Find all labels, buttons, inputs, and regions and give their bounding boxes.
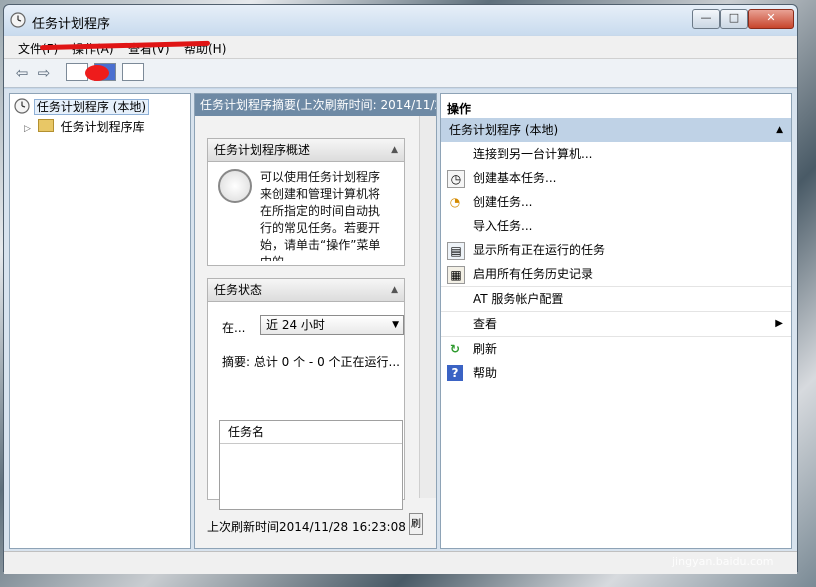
overview-section-header[interactable]: 任务计划程序概述 ▲ [208,139,404,162]
action-create-task[interactable]: ◔ 创建任务... [441,190,791,214]
clock-icon [218,169,252,203]
expand-arrow-icon[interactable]: ▷ [24,124,31,134]
title-bar[interactable]: 任务计划程序 — □ ✕ [4,5,797,35]
window-title: 任务计划程序 [32,17,111,32]
forward-arrow-icon[interactable]: ⇨ [34,64,54,82]
task-table: 任务名 [219,420,403,510]
clock-icon [10,12,26,28]
main-content: 任务计划程序 (本地) ▷ 任务计划程序库 任务计划程序摘要(上次刷新时间: 2… [4,89,797,574]
status-section-header[interactable]: 任务状态 ▲ [208,279,404,302]
status-range-label: 在... [222,321,246,335]
maximize-button[interactable]: □ [720,9,748,29]
action-at-service-config[interactable]: AT 服务帐户配置 [441,287,791,311]
navigation-tree: 任务计划程序 (本地) ▷ 任务计划程序库 [9,93,191,549]
action-enable-history[interactable]: ▦ 启用所有任务历史记录 [441,262,791,286]
toolbar: ⇦ ⇨ [4,59,797,88]
action-label: AT 服务帐户配置 [473,292,564,306]
create-task-icon: ◔ [449,195,461,209]
clock-icon [14,98,30,114]
task-scheduler-window: 任务计划程序 — □ ✕ 文件(F) 操作(A) 查看(V) 帮助(H) ⇦ ⇨… [3,4,798,574]
annotation-red-mark [85,65,109,81]
basic-task-icon: ◷ [447,170,465,188]
summary-header: 任务计划程序摘要(上次刷新时间: 2014/11/2 [195,94,436,116]
refresh-icon: ↻ [449,342,461,356]
folder-icon [37,119,54,132]
time-range-value: 近 24 小时 [266,318,325,332]
vertical-scrollbar[interactable] [419,116,436,498]
history-icon: ▦ [447,266,465,284]
action-refresh[interactable]: ↻ 刷新 [441,337,791,361]
action-label: 帮助 [473,366,498,380]
status-summary: 摘要: 总计 0 个 - 0 个正在运行... [222,355,400,369]
status-title: 任务状态 [214,283,263,297]
action-label: 导入任务... [473,219,533,233]
time-range-select[interactable]: 近 24 小时 ▼ [260,315,404,335]
action-connect-computer[interactable]: 连接到另一台计算机... [441,142,791,166]
action-label: 查看 [473,317,498,331]
action-pane-icon[interactable] [122,63,144,81]
minimize-button[interactable]: — [692,9,720,29]
action-label: 连接到另一台计算机... [473,147,593,161]
action-create-basic-task[interactable]: ◷ 创建基本任务... [441,166,791,190]
action-help[interactable]: ? 帮助 [441,361,791,385]
tree-item-local[interactable]: 任务计划程序 (本地) [14,98,150,116]
overview-title: 任务计划程序概述 [214,143,311,157]
overview-description: 可以使用任务计划程序来创建和管理计算机将在所指定的时间自动执行的常见任务。若要开… [260,170,381,261]
running-tasks-icon: ▤ [447,242,465,260]
watermark-url: jingyan.baidu.com [672,555,774,568]
overview-section: 任务计划程序概述 ▲ 可以使用任务计划程序来创建和管理计算机将在所指定的时间自动… [207,138,405,266]
action-import-task[interactable]: 导入任务... [441,214,791,238]
refresh-button[interactable]: 刷 [409,513,423,535]
action-view[interactable]: 查看 ▶ [441,312,791,336]
action-label: 创建任务... [473,195,533,209]
help-icon: ? [447,365,463,381]
action-show-running[interactable]: ▤ 显示所有正在运行的任务 [441,238,791,262]
tree-item-label: 任务计划程序库 [60,120,145,134]
action-label: 创建基本任务... [473,171,557,185]
actions-title: 操作 [447,102,472,116]
collapse-icon[interactable]: ▲ [391,279,398,301]
actions-group-label: 任务计划程序 (本地) [449,123,559,137]
back-arrow-icon[interactable]: ⇦ [12,64,32,82]
action-label: 启用所有任务历史记录 [473,267,594,281]
action-label: 显示所有正在运行的任务 [473,243,606,257]
last-refresh-time: 上次刷新时间2014/11/28 16:23:08 [207,520,406,534]
actions-group-header[interactable]: 任务计划程序 (本地) ▲ [441,118,791,142]
action-label: 刷新 [473,342,498,356]
actions-pane: 操作 任务计划程序 (本地) ▲ 连接到另一台计算机... ◷ 创建基本任务..… [440,93,792,549]
tree-item-library[interactable]: ▷ 任务计划程序库 [24,118,145,136]
submenu-arrow-icon: ▶ [775,318,783,329]
collapse-icon[interactable]: ▲ [776,118,783,142]
tree-item-label: 任务计划程序 (本地) [33,99,150,115]
watermark-logo: Bai 经验 [600,526,691,551]
task-name-column-header[interactable]: 任务名 [220,421,402,444]
collapse-icon[interactable]: ▲ [391,139,398,161]
chevron-down-icon: ▼ [392,320,399,330]
summary-pane: 任务计划程序摘要(上次刷新时间: 2014/11/2 任务计划程序概述 ▲ 可以… [194,93,437,549]
close-button[interactable]: ✕ [748,9,794,29]
